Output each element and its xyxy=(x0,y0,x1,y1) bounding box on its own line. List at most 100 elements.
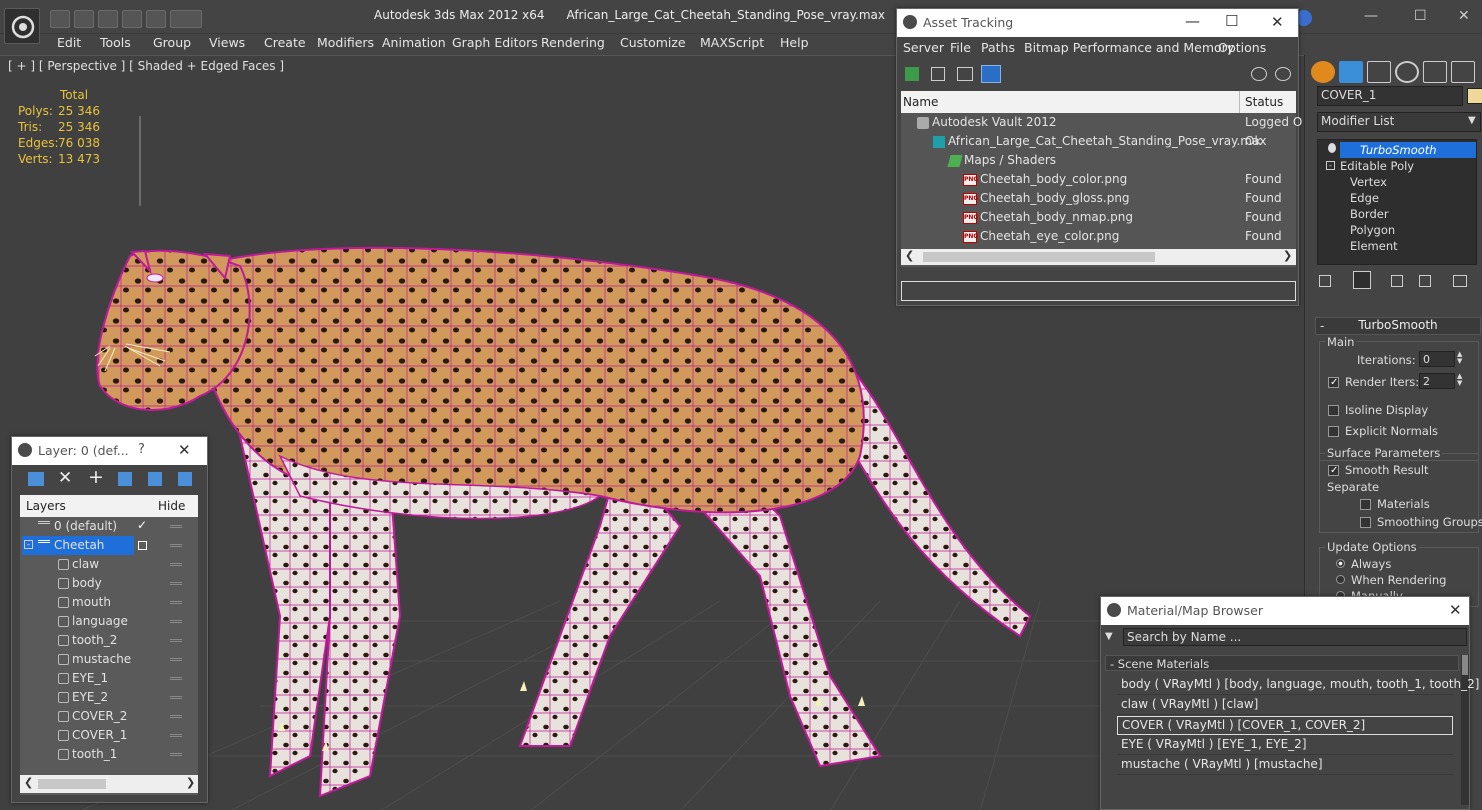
at-menu-file[interactable]: File xyxy=(950,40,971,55)
hide-toggle[interactable] xyxy=(170,525,182,528)
stack-item-polygon[interactable]: Polygon xyxy=(1350,223,1395,237)
scroll-right-icon[interactable]: ❯ xyxy=(1283,249,1292,262)
scroll-thumb[interactable] xyxy=(923,252,1155,262)
help-icon[interactable]: ? xyxy=(138,442,145,457)
object-row[interactable]: body xyxy=(20,574,198,593)
object-color-swatch[interactable] xyxy=(1467,88,1482,104)
at-menu-paths[interactable]: Paths xyxy=(981,40,1015,55)
table-view-icon[interactable] xyxy=(957,67,973,81)
material-item[interactable]: EYE ( VRayMtl ) [EYE_1, EYE_2] xyxy=(1117,736,1453,755)
object-row[interactable]: mouth xyxy=(20,593,198,612)
menu-group[interactable]: Group xyxy=(153,35,191,50)
scroll-thumb[interactable] xyxy=(1462,655,1468,675)
object-row[interactable]: COVER_2 xyxy=(20,707,198,726)
hide-toggle[interactable] xyxy=(170,677,182,680)
app-logo-button[interactable] xyxy=(4,8,40,44)
layer-horizontal-scrollbar[interactable]: ❮ ❯ xyxy=(20,775,198,793)
menu-create[interactable]: Create xyxy=(264,35,306,50)
asset-row[interactable]: African_Large_Cat_Cheetah_Standing_Pose_… xyxy=(901,133,1295,152)
hide-all-icon[interactable] xyxy=(178,472,192,486)
vault-logout-icon[interactable] xyxy=(1275,67,1291,81)
scroll-thumb[interactable] xyxy=(38,779,106,789)
object-row[interactable]: mustache xyxy=(20,650,198,669)
hide-toggle[interactable] xyxy=(170,620,182,623)
scroll-left-icon[interactable]: ❮ xyxy=(905,249,914,262)
smooth-result-checkbox[interactable] xyxy=(1328,465,1339,476)
project-dropdown-icon[interactable] xyxy=(170,10,202,28)
motion-tab-icon[interactable] xyxy=(1395,61,1419,83)
save-file-icon[interactable] xyxy=(74,10,94,28)
hold-icon[interactable] xyxy=(146,10,166,28)
menu-customize[interactable]: Customize xyxy=(620,35,686,50)
maximize-icon[interactable]: ☐ xyxy=(1225,12,1238,30)
always-radio[interactable] xyxy=(1336,559,1345,568)
pin-stack-icon[interactable] xyxy=(1319,275,1331,287)
material-item[interactable]: claw ( VRayMtl ) [claw] xyxy=(1117,696,1453,715)
menu-graph-editors[interactable]: Graph Editors xyxy=(452,35,538,50)
hide-toggle[interactable] xyxy=(170,563,182,566)
material-item-selected[interactable]: COVER ( VRayMtl ) [COVER_1, COVER_2] xyxy=(1117,716,1453,735)
vault-help-icon[interactable] xyxy=(1251,67,1267,81)
stack-item-editable-poly[interactable]: Editable Poly xyxy=(1340,159,1414,173)
scene-materials-header[interactable]: - Scene Materials xyxy=(1105,655,1459,671)
stack-item-turbosmooth[interactable]: TurboSmooth xyxy=(1360,143,1437,157)
hide-toggle[interactable] xyxy=(170,639,182,642)
active-layer-check-icon[interactable]: ✓ xyxy=(137,518,147,532)
object-row[interactable]: EYE_1 xyxy=(20,669,198,688)
asset-row[interactable]: PNG Cheetah_eye_color.png Found xyxy=(901,228,1295,247)
asset-tracking-titlebar[interactable]: Asset Tracking — ☐ ✕ xyxy=(897,9,1298,37)
material-item[interactable]: body ( VRayMtl ) [body, language, mouth,… xyxy=(1117,676,1479,695)
stack-item-element[interactable]: Element xyxy=(1350,239,1398,253)
object-name-field[interactable]: COVER_1 xyxy=(1317,86,1463,106)
column-status[interactable]: Status xyxy=(1245,95,1283,109)
menu-help[interactable]: Help xyxy=(780,35,809,50)
menu-animation[interactable]: Animation xyxy=(382,35,446,50)
menu-rendering[interactable]: Rendering xyxy=(541,35,605,50)
explicit-normals-checkbox[interactable] xyxy=(1328,426,1339,437)
scroll-right-icon[interactable]: ❯ xyxy=(186,776,195,789)
hide-toggle[interactable] xyxy=(170,601,182,604)
isoline-display-checkbox[interactable] xyxy=(1328,405,1339,416)
at-menu-server[interactable]: Server xyxy=(903,40,944,55)
modify-tab-icon[interactable] xyxy=(1339,61,1363,83)
object-row[interactable]: COVER_1 xyxy=(20,726,198,745)
object-row[interactable]: tooth_1 xyxy=(20,745,198,764)
object-row[interactable]: claw xyxy=(20,555,198,574)
close-icon[interactable]: ✕ xyxy=(178,441,191,459)
material-search-input[interactable]: Search by Name ... xyxy=(1123,628,1467,646)
close-icon[interactable]: ✕ xyxy=(1458,8,1470,24)
list-view-icon[interactable] xyxy=(931,67,945,81)
hide-toggle[interactable] xyxy=(170,734,182,737)
scroll-left-icon[interactable]: ❮ xyxy=(24,776,33,789)
when-rendering-radio[interactable] xyxy=(1336,575,1345,584)
create-tab-icon[interactable] xyxy=(1311,61,1335,83)
utilities-tab-icon[interactable] xyxy=(1451,61,1475,83)
horizontal-scrollbar[interactable]: ❮ ❯ xyxy=(901,249,1296,265)
layer-manager-titlebar[interactable]: Layer: 0 (def... ? ✕ xyxy=(12,437,207,465)
hide-toggle[interactable] xyxy=(170,658,182,661)
configure-sets-icon[interactable] xyxy=(1453,275,1467,287)
make-unique-icon[interactable] xyxy=(1391,275,1403,287)
select-objects-icon[interactable] xyxy=(118,472,132,486)
smoothing-groups-checkbox[interactable] xyxy=(1360,517,1371,528)
object-row[interactable]: tooth_2 xyxy=(20,631,198,650)
modifier-list-dropdown[interactable]: Modifier List ▼ xyxy=(1317,112,1481,132)
stack-item-edge[interactable]: Edge xyxy=(1350,191,1379,205)
redo-icon[interactable] xyxy=(122,10,142,28)
hide-toggle[interactable] xyxy=(170,544,182,547)
collapse-icon[interactable]: - xyxy=(1326,161,1335,170)
asset-row[interactable]: PNG Cheetah_body_gloss.png Found xyxy=(901,190,1295,209)
hide-toggle[interactable] xyxy=(170,715,182,718)
layer-row-cheetah[interactable]: - Cheetah xyxy=(20,536,198,555)
hide-toggle[interactable] xyxy=(170,753,182,756)
minimize-icon[interactable]: — xyxy=(1185,12,1200,30)
delete-layer-icon[interactable]: ✕ xyxy=(58,468,72,488)
show-end-result-icon[interactable] xyxy=(1353,271,1371,289)
column-hide[interactable]: Hide xyxy=(158,499,185,513)
spinner-arrows-icon[interactable]: ▲ ▼ xyxy=(1457,373,1462,387)
hierarchy-tab-icon[interactable] xyxy=(1367,61,1391,83)
lightbulb-icon[interactable] xyxy=(1328,143,1336,153)
menu-edit[interactable]: Edit xyxy=(57,35,81,50)
column-layers[interactable]: Layers xyxy=(26,499,66,513)
hide-toggle[interactable] xyxy=(170,696,182,699)
